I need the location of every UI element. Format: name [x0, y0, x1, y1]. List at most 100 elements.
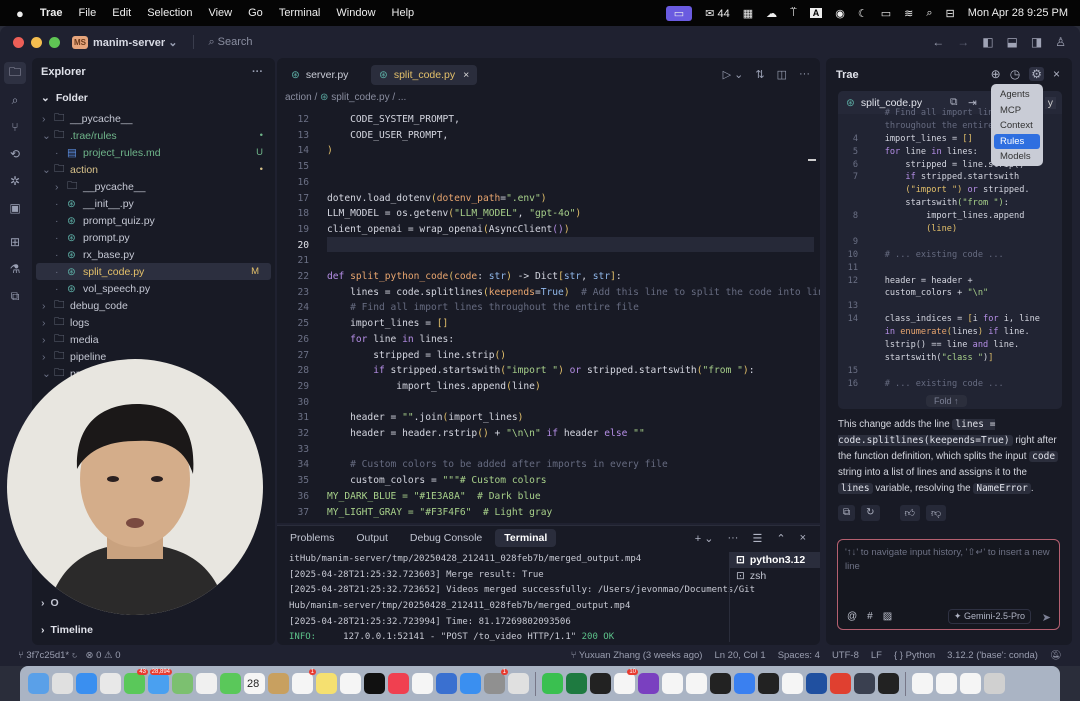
apply-button[interactable]: y	[1044, 96, 1056, 109]
cloud-icon[interactable]: ☁	[766, 7, 777, 20]
breadcrumb-item[interactable]: split_code.py	[331, 92, 389, 103]
toggle-panel-icon[interactable]: ⬓	[1007, 35, 1018, 49]
dock-maps-icon[interactable]	[172, 673, 193, 694]
split-editor-icon[interactable]: ◫	[777, 68, 787, 81]
dock-chatgpt-icon[interactable]	[662, 673, 683, 694]
tree-item[interactable]: › 🗀︎ __pycache__	[32, 178, 275, 195]
fold-button[interactable]: Fold ↑	[926, 395, 967, 407]
layout-icon[interactable]: ▦	[743, 7, 753, 20]
maximize-window-button[interactable]	[49, 36, 60, 48]
tree-item[interactable]: · ▤ project_rules.md U	[32, 144, 275, 161]
tab-terminal[interactable]: Terminal	[495, 529, 557, 547]
menu-edit[interactable]: Edit	[112, 7, 131, 19]
dock-music-icon[interactable]	[388, 673, 409, 694]
run-icon[interactable]: ▷ ⌄	[723, 68, 744, 81]
compare-icon[interactable]: ⇅	[755, 68, 764, 81]
tab-server-py[interactable]: ⊛ server.py	[283, 65, 356, 85]
search-box[interactable]: ⌕ Search	[208, 36, 252, 49]
explorer-icon[interactable]: 🗀	[4, 62, 26, 84]
dock-trae-icon[interactable]	[686, 673, 707, 694]
battery-icon[interactable]: ▭	[881, 7, 891, 20]
dock-mail-icon[interactable]: 28,894	[148, 669, 172, 694]
dock-word-icon[interactable]	[806, 673, 827, 694]
preview-icon[interactable]: ▣	[4, 197, 26, 219]
apple-icon[interactable]: ●	[16, 6, 24, 21]
dock-lark-icon[interactable]	[734, 673, 755, 694]
thumbs-down-icon[interactable]: 👎︎	[925, 505, 947, 521]
timeline-section[interactable]: › Timeline	[32, 621, 275, 638]
tree-item[interactable]: › 🗀︎ logs	[32, 314, 275, 331]
image-icon[interactable]: ▨	[883, 611, 892, 622]
encoding[interactable]: UTF-8	[832, 650, 859, 661]
dock-powerpoint-icon[interactable]	[830, 673, 851, 694]
menu-window[interactable]: Window	[336, 7, 375, 19]
dock-github-desktop-icon[interactable]	[638, 673, 659, 694]
more-icon[interactable]: ···	[252, 66, 263, 78]
tree-item[interactable]: · ⊛ prompt.py	[32, 229, 275, 246]
moon-icon[interactable]: ☾	[858, 7, 868, 20]
branch-status[interactable]: ⑂ 3f7c25d1* ↻	[18, 650, 77, 661]
menu-item-agents[interactable]: Agents	[994, 87, 1040, 103]
dock-trash-icon[interactable]	[984, 673, 1005, 694]
mention-icon[interactable]: @	[847, 611, 857, 622]
menu-view[interactable]: View	[208, 7, 232, 19]
testing-icon[interactable]: ⚗	[4, 258, 26, 280]
extensions-icon[interactable]: ⊞	[4, 231, 26, 253]
chat-input-box[interactable]: '↑↓' to navigate input history, '⇧↵' to …	[837, 539, 1060, 630]
tab-split-code-py[interactable]: ⊛ split_code.py ×	[371, 65, 478, 85]
dock-tv-icon[interactable]	[364, 673, 385, 694]
close-icon[interactable]: ×	[1053, 67, 1060, 81]
wifi-icon[interactable]: ≋	[904, 7, 913, 20]
debug-icon[interactable]: ✲	[4, 170, 26, 192]
terminal-output[interactable]: itHub/manim-server/tmp/20250428_212411_0…	[289, 554, 755, 660]
search-icon[interactable]: ⌕	[4, 89, 26, 111]
thumbs-up-icon[interactable]: 👍︎	[899, 505, 920, 521]
account-icon[interactable]: ♙	[1055, 35, 1066, 49]
hash-icon[interactable]: #	[867, 611, 873, 622]
dock-notes-icon[interactable]	[316, 673, 337, 694]
dock-news-icon[interactable]	[412, 673, 433, 694]
line-ending[interactable]: LF	[871, 650, 882, 661]
menu-item-context[interactable]: Context	[994, 118, 1040, 134]
dock-facetime-icon[interactable]	[220, 673, 241, 694]
dock-chrome-icon[interactable]	[100, 673, 121, 694]
minimize-window-button[interactable]	[31, 36, 42, 48]
tab-output[interactable]: Output	[347, 529, 397, 547]
dock-calendar-icon[interactable]: 28	[244, 673, 265, 694]
spotlight-icon[interactable]: ⌕	[926, 7, 932, 20]
terminal-session-python3-12[interactable]: ⊡ python3.12	[730, 552, 820, 568]
dock-app-store-icon[interactable]	[460, 673, 481, 694]
menu-terminal[interactable]: Terminal	[279, 7, 321, 19]
terminal-settings-icon[interactable]: ☰	[752, 532, 762, 545]
close-panel-icon[interactable]: ×	[800, 532, 806, 545]
tree-item[interactable]: · ⊛ split_code.py M	[36, 263, 271, 280]
dock-terminal-icon[interactable]	[758, 673, 779, 694]
menu-selection[interactable]: Selection	[147, 7, 192, 19]
settings-gear-icon[interactable]: ⚙	[1029, 67, 1044, 81]
folder-root[interactable]: ⌄ Folder	[32, 86, 275, 110]
menu-item-rules[interactable]: Rules	[994, 133, 1040, 149]
language-mode[interactable]: { } Python	[894, 650, 935, 661]
airpods-icon[interactable]: ⍡	[790, 7, 797, 20]
new-terminal-icon[interactable]: + ⌄	[695, 532, 714, 545]
problems-status[interactable]: ⊗ 0 ⚠ 0	[85, 650, 120, 661]
dock-freeform-icon[interactable]	[340, 673, 361, 694]
toggle-sidebar-icon[interactable]: ◧	[982, 35, 993, 49]
back-arrow-icon[interactable]: ←	[932, 35, 944, 49]
python-interpreter[interactable]: 3.12.2 ('base': conda)	[947, 650, 1038, 661]
dock-doc3-icon[interactable]	[960, 673, 981, 694]
dock-safari-icon[interactable]	[76, 673, 97, 694]
dock-settings-icon[interactable]: 1	[484, 669, 508, 694]
dock-cursor-icon[interactable]	[590, 673, 611, 694]
menu-item-mcp[interactable]: MCP	[994, 103, 1040, 119]
new-chat-icon[interactable]: ⊕	[991, 67, 1001, 81]
remote-explorer-icon[interactable]: ⧉	[4, 285, 26, 307]
dock-doc2-icon[interactable]	[936, 673, 957, 694]
dock-contacts-icon[interactable]	[268, 673, 289, 694]
wechat-icon[interactable]: ✉ 44	[705, 7, 730, 20]
terminal-session-zsh[interactable]: ⊡ zsh	[730, 568, 820, 584]
indentation[interactable]: Spaces: 4	[778, 650, 820, 661]
history-icon[interactable]: ◷	[1010, 67, 1020, 81]
copy-icon[interactable]: ⧉	[838, 505, 856, 521]
more-icon[interactable]: ···	[799, 68, 810, 81]
